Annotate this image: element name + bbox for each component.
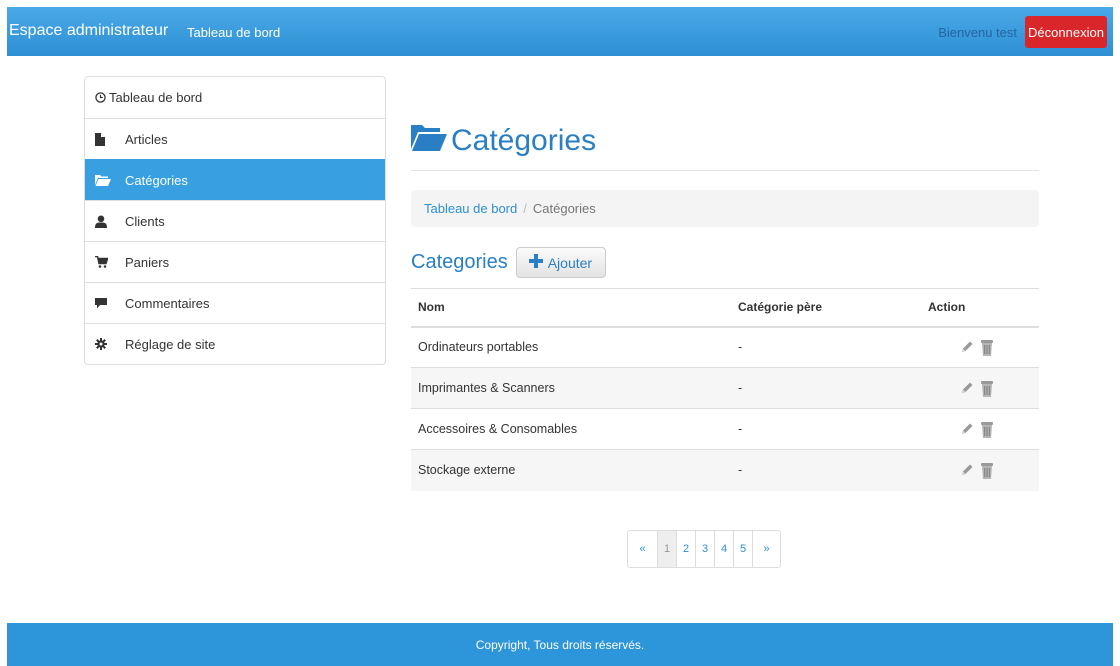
brand-title[interactable]: Espace administrateur — [9, 22, 168, 40]
add-button-label: Ajouter — [547, 254, 593, 271]
table-header-row: Nom Catégorie père Action — [411, 288, 1039, 328]
folder-open-icon — [411, 123, 447, 159]
cell-nom: Stockage externe — [411, 449, 731, 491]
sidebar-item-dashboard[interactable]: Tableau de bord — [85, 77, 385, 118]
delete-trash-icon[interactable] — [980, 461, 994, 480]
page-title: Catégories — [411, 123, 596, 159]
footer-copyright: Copyright, Tous droits réservés. — [475, 637, 645, 652]
cell-nom: Accessoires & Consomables — [411, 408, 731, 450]
edit-pencil-icon[interactable] — [960, 422, 974, 436]
file-icon — [95, 132, 125, 146]
plus-icon — [528, 254, 543, 271]
sidebar-item-label: Catégories — [125, 172, 188, 188]
cell-pere: - — [731, 449, 921, 491]
sidebar-item-paniers[interactable]: Paniers — [85, 241, 385, 282]
breadcrumb: Tableau de bord / Catégories — [411, 190, 1039, 227]
sidebar-item-label: Commentaires — [125, 295, 210, 311]
cell-nom: Imprimantes & Scanners — [411, 367, 731, 409]
welcome-text: Bienvenu test — [938, 25, 1017, 40]
user-icon — [95, 215, 125, 228]
cell-actions — [921, 367, 1039, 409]
pagination-prev[interactable]: « — [628, 531, 657, 567]
edit-pencil-icon[interactable] — [960, 381, 974, 395]
nav-link-dashboard[interactable]: Tableau de bord — [187, 25, 280, 40]
cell-actions — [921, 449, 1039, 491]
breadcrumb-home-link[interactable]: Tableau de bord — [424, 201, 517, 216]
clock-icon — [95, 92, 109, 103]
table-row: Ordinateurs portables - — [411, 326, 1039, 368]
pagination-page-5[interactable]: 5 — [733, 531, 752, 567]
cell-pere: - — [731, 367, 921, 409]
sidebar-item-clients[interactable]: Clients — [85, 200, 385, 241]
sidebar-item-label: Réglage de site — [125, 336, 216, 352]
cell-pere: - — [731, 326, 921, 368]
edit-pencil-icon[interactable] — [960, 340, 974, 354]
table-row: Accessoires & Consomables - — [411, 408, 1039, 450]
section-title: Categories — [411, 251, 508, 273]
pagination-page-2[interactable]: 2 — [676, 531, 695, 567]
pagination-page-1[interactable]: 1 — [657, 531, 676, 567]
pagination: « 1 2 3 4 5 » — [627, 530, 781, 568]
table-row: Imprimantes & Scanners - — [411, 367, 1039, 409]
cell-actions — [921, 408, 1039, 450]
cell-actions — [921, 326, 1039, 368]
cog-icon — [95, 338, 125, 350]
comment-icon — [95, 297, 125, 309]
sidebar-item-label: Tableau de bord — [109, 90, 203, 105]
footer: Copyright, Tous droits réservés. — [7, 623, 1113, 666]
sidebar-item-reglage[interactable]: Réglage de site — [85, 323, 385, 364]
pagination-page-3[interactable]: 3 — [695, 531, 714, 567]
logout-button[interactable]: Déconnexion — [1025, 16, 1107, 48]
pagination-next[interactable]: » — [752, 531, 780, 567]
cell-pere: - — [731, 408, 921, 450]
section-header: Categories Ajouter — [411, 247, 607, 278]
add-category-button[interactable]: Ajouter — [515, 247, 607, 278]
folder-open-icon — [95, 174, 125, 186]
categories-table: Nom Catégorie père Action Ordinateurs po… — [411, 288, 1039, 491]
column-header-nom: Nom — [411, 288, 731, 328]
page-header: Catégories — [411, 117, 1039, 171]
delete-trash-icon[interactable] — [980, 338, 994, 357]
sidebar: Tableau de bord Articles Catégories Clie… — [84, 76, 386, 365]
pagination-page-4[interactable]: 4 — [714, 531, 733, 567]
sidebar-item-label: Paniers — [125, 254, 170, 270]
sidebar-item-label: Clients — [125, 213, 165, 229]
cart-icon — [95, 256, 125, 268]
sidebar-item-articles[interactable]: Articles — [85, 118, 385, 159]
page-title-text: Catégories — [451, 124, 597, 157]
edit-pencil-icon[interactable] — [960, 463, 974, 477]
column-header-pere: Catégorie père — [731, 288, 921, 328]
breadcrumb-current: Catégories — [532, 201, 596, 216]
delete-trash-icon[interactable] — [980, 420, 994, 438]
cell-nom: Ordinateurs portables — [411, 326, 731, 368]
sidebar-item-label: Articles — [125, 131, 168, 147]
top-navbar: Espace administrateur Tableau de bord Bi… — [7, 7, 1113, 56]
sidebar-item-categories[interactable]: Catégories — [85, 159, 385, 200]
column-header-action: Action — [921, 288, 1039, 328]
sidebar-item-commentaires[interactable]: Commentaires — [85, 282, 385, 323]
table-row: Stockage externe - — [411, 449, 1039, 491]
delete-trash-icon[interactable] — [980, 379, 994, 397]
breadcrumb-separator: / — [523, 201, 527, 216]
